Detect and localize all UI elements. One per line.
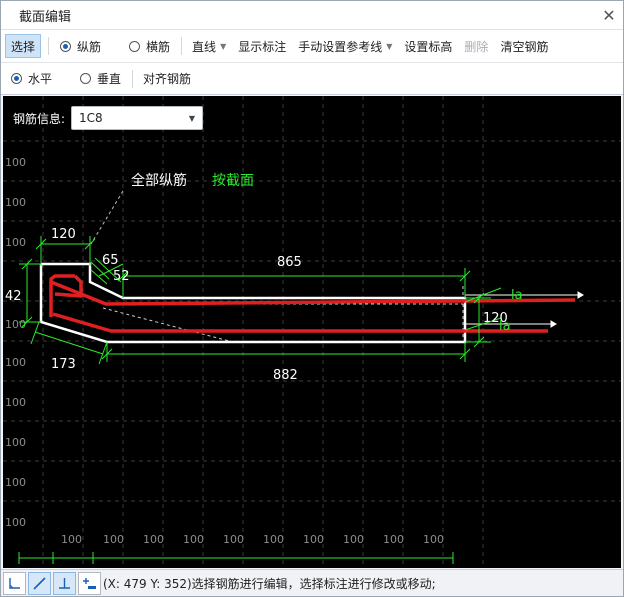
grid-label: 100 — [5, 236, 26, 249]
radio-dot — [11, 73, 22, 84]
toolbar-separator — [48, 37, 50, 55]
radio-dot — [60, 40, 72, 52]
dim-top-small-a: 65 — [102, 253, 119, 268]
toolbar-separator — [132, 69, 134, 88]
ortho-mode-button[interactable] — [3, 572, 26, 595]
anchor-length-top: la — [511, 288, 523, 303]
drawing-canvas[interactable]: 100 100 100 100 100 100 100 100 100 100 … — [3, 96, 621, 568]
grid-label: 100 — [5, 318, 26, 331]
bottom-longitudinal-rebar — [52, 312, 548, 333]
section-drawing[interactable]: 100 100 100 100 100 100 100 100 100 100 … — [3, 96, 621, 568]
baseline-dimension — [18, 552, 454, 564]
longitudinal-label: 纵筋 — [77, 39, 102, 54]
window-title: 截面编辑 — [19, 9, 72, 25]
perpendicular-button[interactable] — [53, 572, 76, 595]
add-point-icon — [83, 578, 96, 589]
grid-label: 100 — [5, 396, 26, 409]
ortho-corner-icon — [9, 578, 20, 589]
dim-top-width: 120 — [51, 227, 76, 242]
title-bar: 截面编辑 ✕ — [1, 1, 623, 30]
main-toolbar: 选择 纵筋 横筋 直线 ▼ 显示标注 手动设置参考线 ▼ 设置标高 删除 清空钢… — [1, 30, 623, 63]
longitudinal-radio[interactable]: 纵筋 — [54, 35, 107, 57]
rebar-info-combobox[interactable]: 1C8 ▼ — [71, 106, 204, 130]
caret-down-icon: ▼ — [386, 41, 393, 51]
delete-button[interactable]: 删除 — [459, 35, 493, 57]
toolbar-separator — [181, 37, 183, 55]
anchor-length-bottom: la — [499, 319, 511, 334]
horizontal-label: 水平 — [28, 72, 53, 86]
dim-bottom-long: 882 — [273, 368, 298, 383]
grid-label: 100 — [5, 356, 26, 369]
show-dims-button[interactable]: 显示标注 — [233, 35, 291, 57]
grid-label: 100 — [5, 516, 26, 529]
radio-dot — [80, 73, 92, 84]
dim-left-height: 42 — [5, 289, 22, 304]
select-button[interactable]: 选择 — [5, 34, 42, 58]
rebar-info-label: 钢筋信息: — [13, 111, 66, 126]
dim-bottom-left: 173 — [51, 357, 76, 372]
transverse-label: 横筋 — [146, 39, 171, 54]
grid-label: 100 — [343, 533, 364, 546]
horizontal-radio[interactable]: 水平 — [5, 68, 58, 90]
close-button[interactable]: ✕ — [595, 1, 623, 29]
grid-labels-bottom: 100 100 100 100 100 100 100 100 100 100 — [61, 533, 444, 546]
note-leader-line — [90, 190, 124, 245]
grid-label: 100 — [103, 533, 124, 546]
dim-top-long: 865 — [277, 255, 302, 270]
grid-label: 100 — [5, 436, 26, 449]
vertical-radio[interactable]: 垂直 — [74, 68, 127, 90]
dim-top-small-b: 52 — [113, 269, 130, 284]
set-elevation-button[interactable]: 设置标高 — [399, 35, 457, 57]
manual-ref-line-dropdown[interactable]: 手动设置参考线 ▼ — [293, 35, 397, 57]
grid-label: 100 — [383, 533, 404, 546]
grid-label: 100 — [223, 533, 244, 546]
caret-down-icon: ▼ — [220, 41, 227, 51]
status-bar: (X: 479 Y: 352)选择钢筋进行编辑，选择标注进行修改或移动; — [1, 569, 623, 596]
align-rebar-button[interactable]: 对齐钢筋 — [138, 68, 196, 90]
grid-label: 100 — [5, 476, 26, 489]
grid-label: 100 — [303, 533, 324, 546]
grid-label: 100 — [423, 533, 444, 546]
clear-rebar-button[interactable]: 清空钢筋 — [495, 35, 553, 57]
section-editor-window: 截面编辑 ✕ 选择 纵筋 横筋 直线 ▼ 显示标注 手动设置参考线 ▼ 设置标高… — [0, 0, 624, 597]
rebar-info-row: 钢筋信息: 1C8 ▼ — [13, 106, 204, 130]
grid-label: 100 — [183, 533, 204, 546]
caret-down-icon: ▼ — [188, 113, 196, 123]
grid-label: 100 — [263, 533, 284, 546]
grid-label: 100 — [5, 156, 26, 169]
add-point-button[interactable] — [78, 572, 101, 595]
straight-line-dropdown[interactable]: 直线 ▼ — [187, 35, 231, 57]
close-icon: ✕ — [602, 5, 616, 25]
straight-line-label: 直线 — [192, 39, 217, 54]
secondary-toolbar: 水平 垂直 对齐钢筋 — [1, 63, 623, 95]
all-longitudinal-note[interactable]: 全部纵筋 — [131, 172, 187, 189]
diagonal-line-icon — [33, 577, 46, 590]
grid-label: 100 — [5, 196, 26, 209]
manual-ref-line-label: 手动设置参考线 — [298, 39, 383, 54]
perpendicular-icon — [59, 578, 70, 589]
transverse-radio[interactable]: 横筋 — [123, 35, 176, 57]
status-text: (X: 479 Y: 352)选择钢筋进行编辑，选择标注进行修改或移动; — [103, 577, 436, 591]
grid-label: 100 — [143, 533, 164, 546]
grid-labels-left: 100 100 100 100 100 100 100 100 100 — [5, 156, 26, 529]
grid-label: 100 — [61, 533, 82, 546]
draw-line-button[interactable] — [28, 572, 51, 595]
radio-dot — [129, 40, 141, 52]
rebar-info-value: 1C8 — [79, 111, 103, 125]
vertical-label: 垂直 — [97, 72, 122, 86]
by-section-note[interactable]: 按截面 — [212, 173, 254, 189]
top-longitudinal-rebar — [50, 280, 576, 306]
